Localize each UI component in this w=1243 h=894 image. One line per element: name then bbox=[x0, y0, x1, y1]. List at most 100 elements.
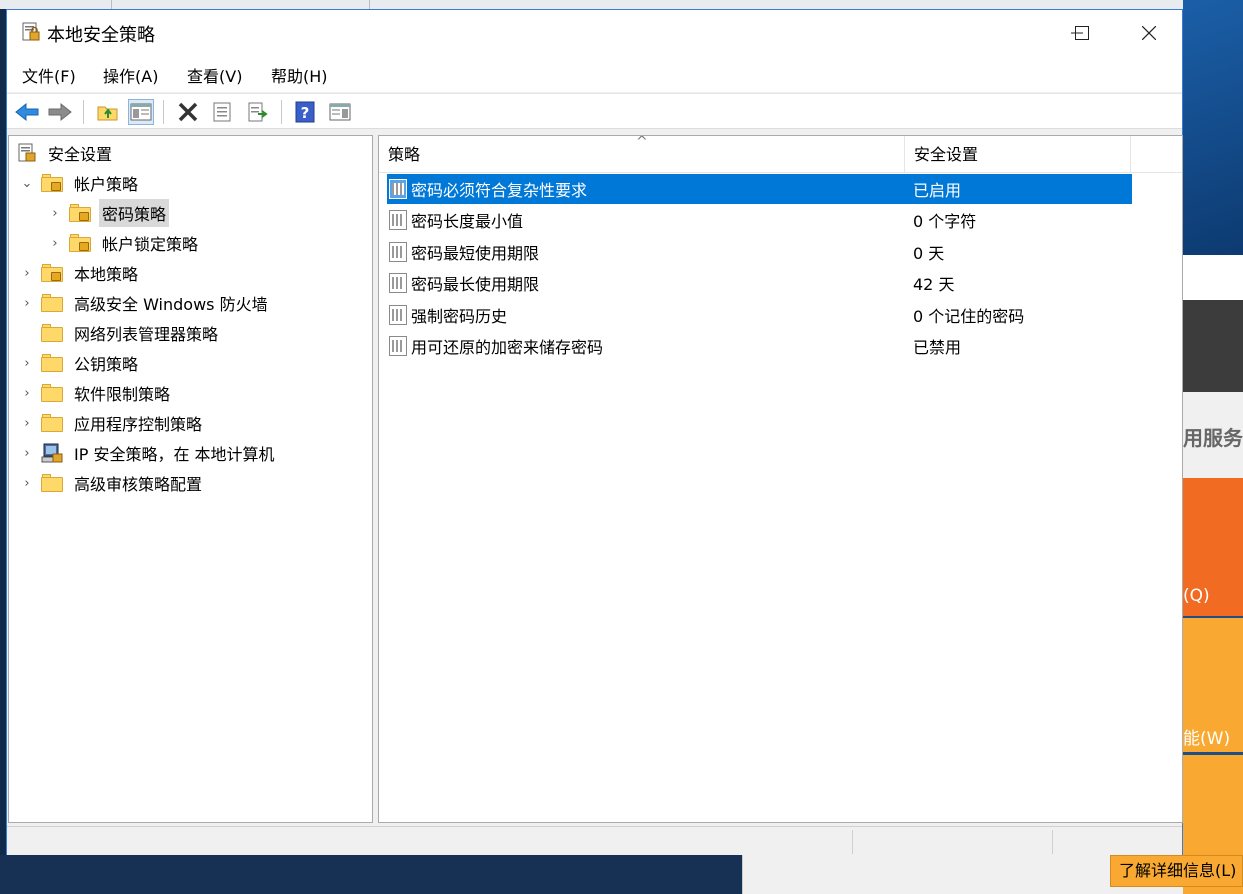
policy-row[interactable]: 用可还原的加密来储存密码 已禁用 bbox=[387, 331, 1132, 361]
back-button[interactable] bbox=[14, 99, 40, 125]
export-list-icon bbox=[248, 102, 268, 122]
local-security-policy-window: 本地安全策略 文件(F) 操作(A) 查看(V) 帮助(H) ? 安全设置 ⌄ … bbox=[6, 9, 1183, 855]
tree-root-security-settings[interactable]: 安全设置 bbox=[17, 139, 115, 167]
security-policy-app-icon bbox=[21, 22, 41, 42]
tree-item-account-lockout-policy[interactable]: › 帐户锁定策略 bbox=[47, 229, 201, 257]
toolbar: ? bbox=[7, 93, 1182, 129]
chevron-down-icon[interactable]: ⌄ bbox=[19, 175, 35, 191]
column-header-policy[interactable]: 策略 bbox=[379, 136, 905, 173]
background-tab bbox=[112, 0, 370, 9]
tree-item-network-list-manager[interactable]: 网络列表管理器策略 bbox=[19, 319, 221, 347]
background-tile-q-label: (Q) bbox=[1183, 586, 1210, 606]
close-button[interactable] bbox=[1119, 10, 1179, 55]
policy-icon bbox=[389, 336, 407, 356]
policy-icon bbox=[389, 242, 407, 262]
show-hide-action-pane-icon bbox=[329, 103, 351, 121]
policy-icon bbox=[389, 273, 407, 293]
policy-name: 用可还原的加密来储存密码 bbox=[411, 338, 604, 357]
menu-action[interactable]: 操作(A) bbox=[103, 63, 158, 87]
up-folder-icon bbox=[97, 106, 118, 121]
tree-item-account-policies[interactable]: ⌄ 帐户策略 bbox=[19, 169, 141, 197]
menu-help[interactable]: 帮助(H) bbox=[271, 63, 328, 87]
tree-item-windows-firewall[interactable]: › 高级安全 Windows 防火墙 bbox=[19, 289, 271, 317]
tree-item-application-control[interactable]: › 应用程序控制策略 bbox=[19, 409, 205, 437]
tree-item-software-restriction[interactable]: › 软件限制策略 bbox=[19, 379, 173, 407]
forward-button[interactable] bbox=[47, 99, 73, 125]
maximize-icon bbox=[1075, 25, 1089, 40]
background-panel-band bbox=[1183, 300, 1243, 392]
help-button[interactable]: ? bbox=[292, 99, 318, 125]
tree-root-label: 安全设置 bbox=[48, 145, 113, 164]
tree-item-label: 本地策略 bbox=[74, 265, 139, 284]
properties-button[interactable] bbox=[209, 99, 235, 125]
tree-item-local-policies[interactable]: › 本地策略 bbox=[19, 259, 141, 287]
security-settings-icon bbox=[17, 143, 37, 163]
background-tile-w[interactable]: 能(W) bbox=[1183, 618, 1243, 752]
column-header-setting[interactable]: 安全设置 bbox=[905, 136, 1131, 173]
locked-folder-icon bbox=[41, 264, 63, 282]
locked-folder-icon bbox=[41, 174, 63, 192]
policy-name: 强制密码历史 bbox=[411, 307, 508, 326]
menu-bar: 文件(F) 操作(A) 查看(V) 帮助(H) bbox=[7, 55, 1182, 92]
tree-item-label: 应用程序控制策略 bbox=[74, 415, 203, 434]
show-hide-action-pane-button[interactable] bbox=[327, 99, 353, 125]
folder-icon bbox=[41, 474, 63, 492]
title-bar[interactable]: 本地安全策略 bbox=[7, 10, 1182, 55]
export-list-button[interactable] bbox=[245, 99, 271, 125]
policy-row[interactable]: 密码最长使用期限 42 天 bbox=[387, 268, 1132, 298]
menu-view[interactable]: 查看(V) bbox=[187, 63, 242, 87]
chevron-right-icon[interactable]: › bbox=[19, 355, 35, 371]
up-one-level-button[interactable] bbox=[95, 99, 121, 125]
tree-item-advanced-audit[interactable]: › 高级审核策略配置 bbox=[19, 469, 205, 497]
chevron-right-icon[interactable]: › bbox=[19, 415, 35, 431]
policy-setting: 0 天 bbox=[913, 244, 945, 263]
tree-item-password-policy[interactable]: › 密码策略 bbox=[47, 199, 170, 227]
learn-more-button[interactable]: 了解详细信息(L) bbox=[1110, 855, 1243, 887]
close-icon bbox=[1142, 25, 1156, 40]
folder-icon bbox=[41, 324, 63, 342]
policy-setting: 42 天 bbox=[913, 275, 955, 294]
maximize-button[interactable] bbox=[1052, 10, 1112, 55]
tree-item-label: 帐户策略 bbox=[74, 175, 139, 194]
background-tile-w-label: 能(W) bbox=[1183, 729, 1231, 749]
ip-security-icon bbox=[41, 442, 63, 464]
policy-name: 密码最短使用期限 bbox=[411, 244, 540, 263]
tree-item-label: 软件限制策略 bbox=[74, 385, 171, 404]
delete-button[interactable] bbox=[175, 99, 201, 125]
policy-setting: 已禁用 bbox=[913, 338, 962, 357]
background-window-strip bbox=[0, 0, 1243, 9]
desktop-wallpaper-bottom bbox=[0, 855, 742, 894]
background-tile-q[interactable]: (Q) bbox=[1183, 478, 1243, 616]
policy-icon bbox=[389, 305, 407, 325]
policy-name: 密码最长使用期限 bbox=[411, 275, 540, 294]
policy-row[interactable]: 密码必须符合复杂性要求 已启用 bbox=[387, 174, 1132, 204]
policy-row[interactable]: 密码长度最小值 0 个字符 bbox=[387, 205, 1132, 235]
show-hide-tree-button[interactable] bbox=[128, 99, 154, 125]
tree-item-ip-security[interactable]: › IP 安全策略，在 本地计算机 bbox=[19, 439, 278, 467]
policy-list: ^ 策略 安全设置 密码必须符合复杂性要求 已启用 密码长度最小值 0 个字符 … bbox=[378, 135, 1183, 823]
policy-name: 密码长度最小值 bbox=[411, 212, 524, 231]
chevron-right-icon[interactable]: › bbox=[47, 235, 63, 251]
policy-row[interactable]: 密码最短使用期限 0 天 bbox=[387, 237, 1132, 267]
delete-icon bbox=[178, 102, 198, 122]
toolbar-separator bbox=[163, 100, 164, 124]
chevron-right-icon[interactable]: › bbox=[19, 475, 35, 491]
tree-item-label: 密码策略 bbox=[99, 199, 170, 227]
chevron-right-icon[interactable]: › bbox=[47, 205, 63, 221]
toolbar-separator bbox=[83, 100, 84, 124]
folder-icon bbox=[41, 384, 63, 402]
chevron-right-icon[interactable]: › bbox=[19, 295, 35, 311]
policy-setting: 0 个记住的密码 bbox=[913, 307, 1025, 326]
list-header: ^ 策略 安全设置 bbox=[379, 136, 1182, 173]
chevron-right-icon[interactable]: › bbox=[19, 445, 35, 461]
window-title: 本地安全策略 bbox=[47, 25, 155, 46]
properties-icon bbox=[213, 102, 231, 122]
forward-icon bbox=[48, 102, 72, 122]
status-segment bbox=[852, 830, 853, 854]
tree-item-public-key-policies[interactable]: › 公钥策略 bbox=[19, 349, 141, 377]
status-segment bbox=[1052, 830, 1053, 854]
policy-row[interactable]: 强制密码历史 0 个记住的密码 bbox=[387, 300, 1132, 330]
chevron-right-icon[interactable]: › bbox=[19, 265, 35, 281]
chevron-right-icon[interactable]: › bbox=[19, 385, 35, 401]
menu-file[interactable]: 文件(F) bbox=[22, 63, 76, 87]
